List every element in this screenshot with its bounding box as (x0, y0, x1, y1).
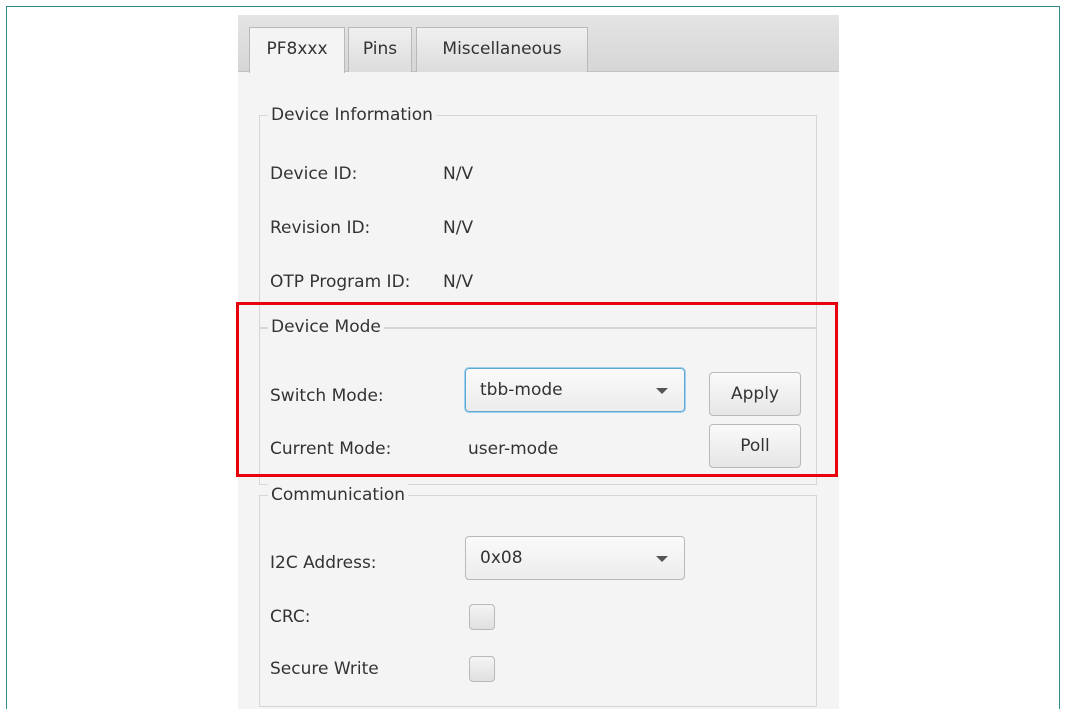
device-id-label: Device ID: (270, 164, 358, 184)
otp-program-id-label: OTP Program ID: (270, 272, 411, 292)
current-mode-value: user-mode (468, 439, 559, 459)
revision-id-value: N/V (443, 218, 474, 238)
secure-write-checkbox[interactable] (469, 656, 495, 682)
chevron-down-icon (656, 388, 668, 394)
switch-mode-selected: tbb-mode (480, 380, 563, 400)
device-mode-legend: Device Mode (268, 316, 384, 338)
apply-button[interactable]: Apply (709, 372, 801, 416)
i2c-address-dropdown[interactable]: 0x08 (465, 536, 685, 580)
chevron-down-icon (656, 556, 668, 562)
device-information-legend: Device Information (268, 104, 436, 126)
current-mode-label: Current Mode: (270, 439, 392, 459)
tab-bar: PF8xxx Pins Miscellaneous (238, 15, 839, 73)
poll-button[interactable]: Poll (709, 424, 801, 468)
settings-panel: PF8xxx Pins Miscellaneous Device Informa… (238, 15, 839, 709)
communication-legend: Communication (268, 484, 408, 506)
switch-mode-label: Switch Mode: (270, 386, 384, 406)
i2c-address-selected: 0x08 (480, 548, 523, 568)
communication-group: Communication I2C Address: 0x08 CRC: Sec… (259, 484, 817, 707)
revision-id-label: Revision ID: (270, 218, 371, 238)
device-information-group: Device Information Device ID: N/V Revisi… (259, 104, 817, 329)
tab-pins[interactable]: Pins (348, 27, 412, 72)
secure-write-label: Secure Write (270, 659, 379, 679)
tab-pf8xxx[interactable]: PF8xxx (249, 27, 345, 73)
switch-mode-dropdown[interactable]: tbb-mode (465, 368, 685, 412)
crc-checkbox[interactable] (469, 604, 495, 630)
otp-program-id-value: N/V (443, 272, 474, 292)
device-id-value: N/V (443, 164, 474, 184)
i2c-address-label: I2C Address: (270, 553, 377, 573)
crc-label: CRC: (270, 607, 311, 627)
device-mode-group: Device Mode Switch Mode: tbb-mode Apply … (259, 316, 817, 485)
tab-miscellaneous[interactable]: Miscellaneous (416, 27, 588, 72)
